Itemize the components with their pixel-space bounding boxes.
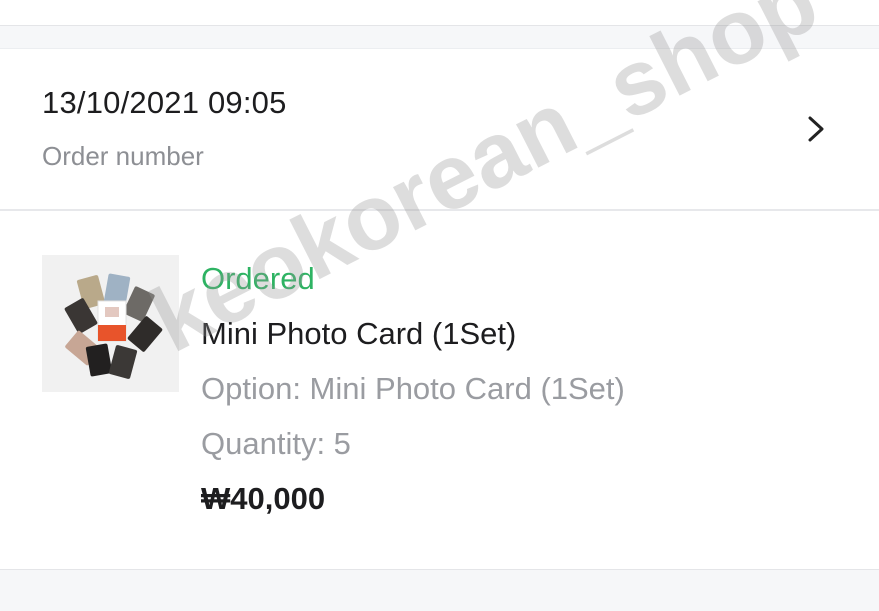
order-item[interactable]: Ordered Mini Photo Card (1Set) Option: M…	[0, 213, 879, 569]
top-section-edge	[0, 0, 879, 26]
chevron-right-icon[interactable]	[804, 115, 828, 143]
product-thumbnail[interactable]	[42, 255, 179, 392]
product-price: ₩40,000	[201, 481, 326, 516]
order-number-label: Order number	[42, 141, 204, 171]
order-status: Ordered	[201, 261, 315, 296]
order-date: 13/10/2021 09:05	[42, 85, 287, 120]
product-quantity: Quantity: 5	[201, 426, 351, 461]
product-option: Option: Mini Photo Card (1Set)	[201, 371, 625, 406]
product-name[interactable]: Mini Photo Card (1Set)	[201, 316, 516, 352]
order-card: 13/10/2021 09:05 Order number Ordered Mi…	[0, 48, 879, 570]
order-header-row[interactable]: 13/10/2021 09:05 Order number	[0, 49, 879, 211]
photo-cards-image	[64, 273, 163, 379]
